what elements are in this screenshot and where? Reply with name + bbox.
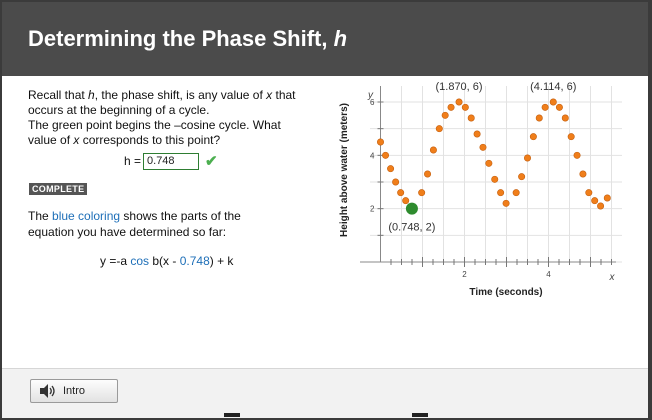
data-point: [502, 199, 510, 207]
point-annotation: (4.114, 6): [530, 81, 576, 93]
x-tick-label: 4: [546, 270, 551, 279]
prompt-line-3: The green point begins the –cosine cycle…: [28, 118, 281, 132]
question-prompt: Recall that h, the phase shift, is any v…: [28, 88, 328, 148]
data-point: [591, 197, 599, 205]
x-axis-variable: x: [609, 272, 616, 283]
data-point: [441, 111, 449, 119]
data-points: [376, 98, 611, 215]
data-point: [424, 170, 432, 178]
data-point: [585, 189, 593, 197]
prompt-line-1: Recall that h, the phase shift, is any v…: [28, 88, 296, 102]
data-point: [603, 194, 611, 202]
data-point: [491, 175, 499, 183]
data-point: [447, 103, 455, 111]
data-point: [512, 189, 520, 197]
data-point: [497, 189, 505, 197]
equation: y =-a cos b(x - 0.748) + k: [100, 254, 234, 268]
data-point: [567, 133, 575, 141]
data-point: [573, 151, 581, 159]
prompt-line-4: value of x corresponds to this point?: [28, 133, 221, 147]
y-tick-label: 2: [370, 205, 375, 214]
x-axis-title: Time (seconds): [469, 287, 542, 298]
point-annotation: (1.870, 6): [435, 81, 482, 93]
answer-label: h =: [124, 154, 142, 168]
data-point: [524, 154, 532, 162]
answer-row: h = 0.748 ✔: [124, 152, 218, 170]
page-title: Determining the Phase Shift, h: [28, 26, 347, 52]
speaker-icon: [40, 384, 55, 398]
graph: 2 4246xyTime (seconds)Height above water …: [339, 81, 622, 298]
data-point: [597, 202, 605, 210]
data-point: [461, 103, 469, 111]
edge-stub-right: [412, 413, 428, 417]
data-point: [382, 151, 390, 159]
x-tick-label: 2: [462, 270, 467, 279]
data-point: [376, 138, 384, 146]
footer-bar: Intro: [2, 368, 648, 418]
edge-stub-left: [224, 413, 240, 417]
data-point: [429, 146, 437, 154]
cycle-start-point: [405, 202, 418, 215]
description-text: The blue coloring shows the parts of the…: [28, 209, 241, 239]
data-point: [387, 165, 395, 173]
data-point: [397, 189, 405, 197]
intro-button[interactable]: Intro: [30, 379, 118, 403]
data-point: [579, 170, 587, 178]
data-point: [418, 189, 426, 197]
data-point: [518, 173, 526, 181]
prompt-line-2: occurs at the beginning of a cycle.: [28, 103, 210, 117]
title-text: Determining the Phase Shift,: [28, 26, 334, 51]
data-point: [467, 114, 475, 122]
data-point: [535, 114, 543, 122]
data-point: [455, 98, 463, 106]
data-point: [485, 159, 493, 167]
data-point: [529, 133, 537, 141]
status-badge: COMPLETE: [29, 183, 88, 195]
data-point: [549, 98, 557, 106]
y-axis-variable: y: [367, 90, 374, 101]
data-point: [555, 103, 563, 111]
data-point: [541, 103, 549, 111]
data-point: [435, 125, 443, 133]
intro-label: Intro: [63, 385, 86, 397]
checkmark-icon: ✔: [205, 153, 218, 170]
title-bar: Determining the Phase Shift, h: [2, 2, 648, 76]
y-tick-label: 4: [370, 151, 375, 160]
data-point: [402, 197, 410, 205]
phase-shift-input[interactable]: 0.748: [143, 152, 200, 170]
y-axis-title: Height above water (meters): [339, 103, 350, 237]
point-annotation: (0.748, 2): [388, 222, 435, 234]
data-point: [473, 130, 481, 138]
data-point: [479, 143, 487, 151]
data-point: [561, 114, 569, 122]
data-point: [392, 178, 400, 186]
activity-window: Determining the Phase Shift, h Recall th…: [2, 2, 648, 418]
title-variable: h: [333, 26, 348, 51]
axes: [360, 86, 616, 267]
